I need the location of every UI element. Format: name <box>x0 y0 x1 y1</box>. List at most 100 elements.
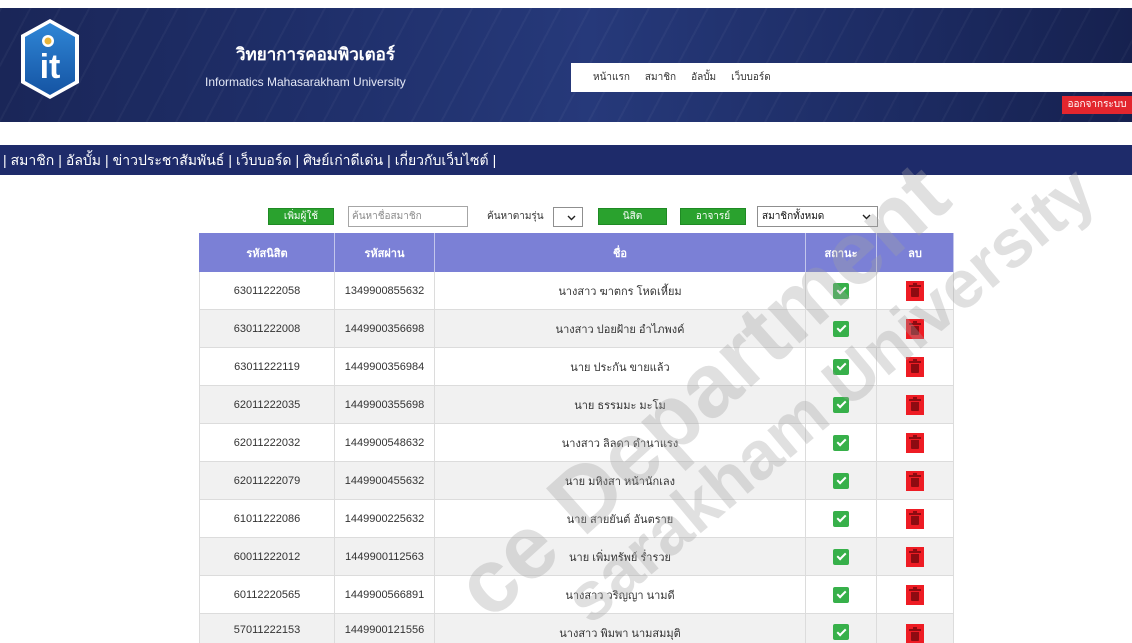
checkbox-checked-icon <box>836 474 846 485</box>
status-cell <box>806 462 877 499</box>
status-checkbox[interactable] <box>833 358 849 375</box>
chevron-down-icon <box>862 214 871 220</box>
site-logo[interactable]: it <box>20 18 80 100</box>
student-id-cell: 63011222058 <box>199 272 335 309</box>
delete-button[interactable] <box>906 470 924 491</box>
password-cell: 1449900566891 <box>335 576 435 613</box>
menubar-item-members[interactable]: สมาชิก <box>11 152 55 168</box>
table-row: 62011222032 1449900548632 นางสาว ลิลดา ด… <box>199 424 954 462</box>
generation-filter-label: ค้นหาตามรุ่น <box>487 211 544 222</box>
logout-button[interactable]: ออกจากระบบ <box>1062 96 1132 114</box>
table-row: 60011222012 1449900112563 นาย เพิ่มทรัพย… <box>199 538 954 576</box>
status-cell <box>806 576 877 613</box>
checkbox-checked-icon <box>836 360 846 371</box>
name-cell: นางสาว ลิลดา ดำนาแรง <box>435 424 806 461</box>
delete-button[interactable] <box>906 318 924 339</box>
delete-button[interactable] <box>906 432 924 453</box>
top-nav: หน้าแรก สมาชิก อัลบั้ม เว็บบอร์ด <box>571 63 1132 92</box>
teacher-filter-button[interactable]: อาจารย์ <box>680 208 746 225</box>
student-id-cell: 60112220565 <box>199 576 335 613</box>
nav-item-home[interactable]: หน้าแรก <box>593 70 630 85</box>
menubar-item-webboard[interactable]: เว็บบอร์ด <box>236 152 291 168</box>
menubar-item-about[interactable]: เกี่ยวกับเว็บไซต์ <box>395 152 489 168</box>
trash-icon <box>909 283 921 297</box>
delete-cell <box>877 310 954 347</box>
menu-separator: | <box>492 152 497 168</box>
members-table: รหัสนิสิต รหัสผ่าน ชื่อ สถานะ ลบ 6301122… <box>199 233 954 643</box>
trash-icon <box>909 626 921 641</box>
student-id-cell: 62011222079 <box>199 462 335 499</box>
checkbox-checked-icon <box>836 626 846 636</box>
site-title: วิทยาการคอมพิวเตอร์ <box>236 45 395 64</box>
status-checkbox[interactable] <box>833 548 849 565</box>
delete-cell <box>877 272 954 309</box>
password-cell: 1449900112563 <box>335 538 435 575</box>
status-checkbox[interactable] <box>833 396 849 413</box>
name-cell: นาย สายยันต์ อันตราย <box>435 500 806 537</box>
status-checkbox[interactable] <box>833 434 849 451</box>
table-header-row: รหัสนิสิต รหัสผ่าน ชื่อ สถานะ ลบ <box>199 233 954 272</box>
site-header: it วิทยาการคอมพิวเตอร์ Informatics Mahas… <box>0 8 1132 122</box>
password-cell: 1449900121556 <box>335 614 435 643</box>
column-header-name: ชื่อ <box>435 233 806 272</box>
delete-button[interactable] <box>906 624 924 643</box>
table-row: 62011222035 1449900355698 นาย ธรรมมะ มะโ… <box>199 386 954 424</box>
add-user-button[interactable]: เพิ่มผู้ใช้ <box>268 208 334 225</box>
status-checkbox[interactable] <box>833 510 849 527</box>
name-cell: นาย มหิงสา หน้านักเลง <box>435 462 806 499</box>
password-cell: 1349900855632 <box>335 272 435 309</box>
trash-icon <box>909 549 921 563</box>
delete-button[interactable] <box>906 508 924 529</box>
status-checkbox[interactable] <box>833 320 849 337</box>
table-row: 60112220565 1449900566891 นางสาว วริญญา … <box>199 576 954 614</box>
nav-item-album[interactable]: อัลบั้ม <box>691 70 716 85</box>
generation-select[interactable] <box>553 207 583 227</box>
status-cell <box>806 386 877 423</box>
menu-separator: | <box>3 152 7 168</box>
student-id-cell: 60011222012 <box>199 538 335 575</box>
status-cell <box>806 538 877 575</box>
status-cell <box>806 310 877 347</box>
status-checkbox[interactable] <box>833 472 849 489</box>
delete-cell <box>877 538 954 575</box>
member-type-select[interactable]: สมาชิกทั้งหมด <box>757 206 878 227</box>
student-id-cell: 61011222086 <box>199 500 335 537</box>
trash-icon <box>909 359 921 373</box>
checkbox-checked-icon <box>836 322 846 333</box>
menu-separator: | <box>105 152 109 168</box>
student-id-cell: 63011222119 <box>199 348 335 385</box>
delete-button[interactable] <box>906 584 924 605</box>
column-header-student-id: รหัสนิสิต <box>199 233 335 272</box>
delete-cell <box>877 386 954 423</box>
password-cell: 1449900455632 <box>335 462 435 499</box>
student-id-cell: 63011222008 <box>199 310 335 347</box>
student-id-cell: 62011222035 <box>199 386 335 423</box>
nav-item-webboard[interactable]: เว็บบอร์ด <box>731 70 771 85</box>
password-cell: 1449900548632 <box>335 424 435 461</box>
delete-button[interactable] <box>906 394 924 415</box>
status-checkbox[interactable] <box>833 624 849 640</box>
student-id-cell: 57011222153 <box>199 614 335 643</box>
search-input[interactable] <box>348 206 468 227</box>
delete-button[interactable] <box>906 546 924 567</box>
student-id-cell: 62011222032 <box>199 424 335 461</box>
menu-separator: | <box>295 152 300 168</box>
status-checkbox[interactable] <box>833 586 849 603</box>
menu-separator: | <box>387 152 391 168</box>
delete-button[interactable] <box>906 280 924 301</box>
delete-button[interactable] <box>906 356 924 377</box>
student-filter-button[interactable]: นิสิต <box>598 208 667 225</box>
menubar-item-news[interactable]: ข่าวประชาสัมพันธ์ <box>113 152 225 168</box>
chevron-down-icon <box>567 215 576 221</box>
checkbox-checked-icon <box>836 398 846 409</box>
delete-cell <box>877 576 954 613</box>
menubar-item-alumni[interactable]: ศิษย์เก่าดีเด่น <box>303 152 383 168</box>
delete-cell <box>877 500 954 537</box>
name-cell: นาย เพิ่มทรัพย์ ร่ำรวย <box>435 538 806 575</box>
trash-icon <box>909 321 921 335</box>
table-row: 57011222153 1449900121556 นางสาว พิมพา น… <box>199 614 954 643</box>
menubar-item-album[interactable]: อัลบั้ม <box>66 152 101 168</box>
delete-cell <box>877 348 954 385</box>
status-checkbox[interactable] <box>833 282 849 299</box>
nav-item-members[interactable]: สมาชิก <box>645 70 676 85</box>
